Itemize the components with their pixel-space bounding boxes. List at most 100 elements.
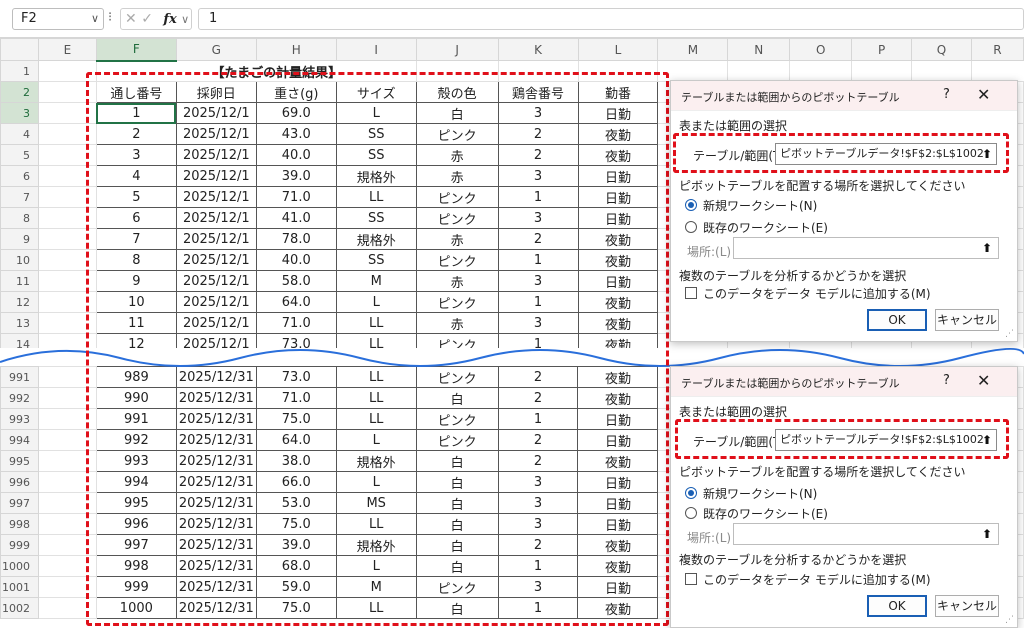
- resize-grip-icon[interactable]: ⋰: [1005, 615, 1014, 625]
- radio-existing-sheet[interactable]: [685, 221, 697, 233]
- cell[interactable]: [851, 60, 913, 82]
- cancel-button[interactable]: キャンセル: [935, 309, 999, 331]
- excel-window: F2 ∨ ⁝ ✕ ✓ fx ∨ 1 EFGHIJKLMNOPQR 1 【たまごの…: [0, 0, 1024, 628]
- row-header[interactable]: 999: [0, 534, 39, 556]
- cell[interactable]: [727, 60, 791, 82]
- radio-new-sheet[interactable]: [685, 487, 697, 499]
- column-header[interactable]: F: [95, 38, 177, 62]
- column-header[interactable]: J: [415, 38, 499, 61]
- row-header[interactable]: 994: [0, 429, 39, 451]
- radio-existing-sheet[interactable]: [685, 507, 697, 519]
- cancel-button[interactable]: キャンセル: [935, 595, 999, 617]
- row-header[interactable]: 1: [0, 60, 39, 82]
- column-header-row: EFGHIJKLMNOPQR: [0, 38, 1024, 62]
- column-header[interactable]: P: [851, 38, 913, 61]
- dialog-titlebar: テーブルまたは範囲からのピボットテーブル ? ✕: [671, 367, 1017, 397]
- row-header[interactable]: 8: [0, 207, 39, 229]
- column-header[interactable]: M: [657, 38, 729, 61]
- column-header[interactable]: G: [175, 38, 257, 61]
- row-header[interactable]: 7: [0, 186, 39, 208]
- close-icon[interactable]: ✕: [977, 371, 990, 390]
- row-header[interactable]: 992: [0, 387, 39, 409]
- location-label: 場所:(L): [687, 531, 732, 545]
- section-place-label: ピボットテーブルを配置する場所を選択してください: [679, 465, 966, 479]
- ok-button[interactable]: OK: [867, 595, 927, 617]
- row-header[interactable]: 995: [0, 450, 39, 472]
- close-icon[interactable]: ✕: [977, 85, 990, 104]
- dialog-titlebar: テーブルまたは範囲からのピボットテーブル ? ✕: [671, 81, 1017, 111]
- radio-new-sheet-label: 新規ワークシート(N): [703, 487, 818, 501]
- row-header[interactable]: 2: [0, 81, 39, 103]
- section-multi-label: 複数のテーブルを分析するかどうかを選択: [679, 269, 907, 283]
- row-header[interactable]: 996: [0, 471, 39, 493]
- radio-existing-sheet-label: 既存のワークシート(E): [703, 507, 828, 521]
- section-select-label: 表または範囲の選択: [679, 405, 788, 419]
- pivot-dialog-bottom: テーブルまたは範囲からのピボットテーブル ? ✕ 表または範囲の選択 テーブル/…: [670, 366, 1018, 628]
- dialog-title: テーブルまたは範囲からのピボットテーブル: [681, 91, 900, 104]
- chevron-down-icon[interactable]: ∨: [91, 9, 99, 29]
- fx-icon[interactable]: fx: [163, 12, 176, 27]
- radio-new-sheet-label: 新規ワークシート(N): [703, 199, 818, 213]
- data-model-checkbox-label: このデータをデータ モデルに追加する(M): [703, 287, 931, 301]
- column-header[interactable]: Q: [911, 38, 972, 61]
- select-all-corner[interactable]: [0, 38, 39, 61]
- section-select-label: 表または範囲の選択: [679, 119, 788, 133]
- formula-input[interactable]: 1: [198, 8, 1024, 30]
- row-header[interactable]: 1002: [0, 597, 39, 619]
- row-header[interactable]: 4: [0, 123, 39, 145]
- more-options-icon[interactable]: ⁝: [108, 10, 112, 25]
- cell[interactable]: [789, 60, 853, 82]
- data-model-checkbox-label: このデータをデータ モデルに追加する(M): [703, 573, 931, 587]
- column-header[interactable]: I: [335, 38, 417, 61]
- collapse-location-icon[interactable]: ⬆: [977, 238, 997, 258]
- name-box[interactable]: F2 ∨: [12, 8, 104, 30]
- location-input[interactable]: [733, 237, 999, 259]
- row-header[interactable]: 1001: [0, 576, 39, 598]
- row-header[interactable]: 998: [0, 513, 39, 535]
- collapse-dialog-icon[interactable]: ⬆: [977, 144, 997, 164]
- section-multi-label: 複数のテーブルを分析するかどうかを選択: [679, 553, 907, 567]
- column-header[interactable]: L: [577, 38, 659, 61]
- row-header[interactable]: 6: [0, 165, 39, 187]
- collapse-location-icon[interactable]: ⬆: [977, 524, 997, 544]
- row-header[interactable]: 3: [0, 102, 39, 124]
- cancel-icon[interactable]: ✕: [125, 11, 137, 27]
- ok-button[interactable]: OK: [867, 309, 927, 331]
- column-header[interactable]: H: [255, 38, 337, 61]
- location-label: 場所:(L): [687, 245, 732, 259]
- row-header[interactable]: 1000: [0, 555, 39, 577]
- row-header[interactable]: 11: [0, 270, 39, 292]
- data-model-checkbox[interactable]: [685, 573, 697, 585]
- column-header[interactable]: E: [37, 38, 97, 61]
- pivot-dialog-top: テーブルまたは範囲からのピボットテーブル ? ✕ 表または範囲の選択 テーブル/…: [670, 80, 1018, 342]
- help-icon[interactable]: ?: [943, 87, 950, 102]
- range-input[interactable]: ピボットテーブルデータ!$F$2:$L$1002: [775, 429, 997, 451]
- row-header[interactable]: 997: [0, 492, 39, 514]
- column-header[interactable]: K: [497, 38, 579, 61]
- row-header[interactable]: 5: [0, 144, 39, 166]
- column-header[interactable]: N: [727, 38, 791, 61]
- check-icon[interactable]: ✓: [141, 11, 153, 27]
- help-icon[interactable]: ?: [943, 373, 950, 388]
- table-range-highlight: [86, 72, 669, 626]
- dialog-title: テーブルまたは範囲からのピボットテーブル: [681, 377, 900, 390]
- location-input[interactable]: [733, 523, 999, 545]
- row-header[interactable]: 993: [0, 408, 39, 430]
- formula-buttons: ✕ ✓ fx ∨: [120, 8, 192, 30]
- radio-new-sheet[interactable]: [685, 199, 697, 211]
- row-header[interactable]: 13: [0, 312, 39, 334]
- column-header[interactable]: R: [970, 38, 1024, 61]
- row-header[interactable]: 10: [0, 249, 39, 271]
- range-input[interactable]: ピボットテーブルデータ!$F$2:$L$1002: [775, 143, 997, 165]
- column-header[interactable]: O: [789, 38, 853, 61]
- fx-chevron-icon[interactable]: ∨: [181, 13, 189, 26]
- cell[interactable]: [911, 60, 972, 82]
- row-header[interactable]: 9: [0, 228, 39, 250]
- radio-existing-sheet-label: 既存のワークシート(E): [703, 221, 828, 235]
- formula-bar: F2 ∨ ⁝ ✕ ✓ fx ∨ 1: [0, 0, 1024, 38]
- data-model-checkbox[interactable]: [685, 287, 697, 299]
- resize-grip-icon[interactable]: ⋰: [1005, 329, 1014, 339]
- collapse-dialog-icon[interactable]: ⬆: [977, 430, 997, 450]
- section-place-label: ピボットテーブルを配置する場所を選択してください: [679, 179, 966, 193]
- row-header[interactable]: 12: [0, 291, 39, 313]
